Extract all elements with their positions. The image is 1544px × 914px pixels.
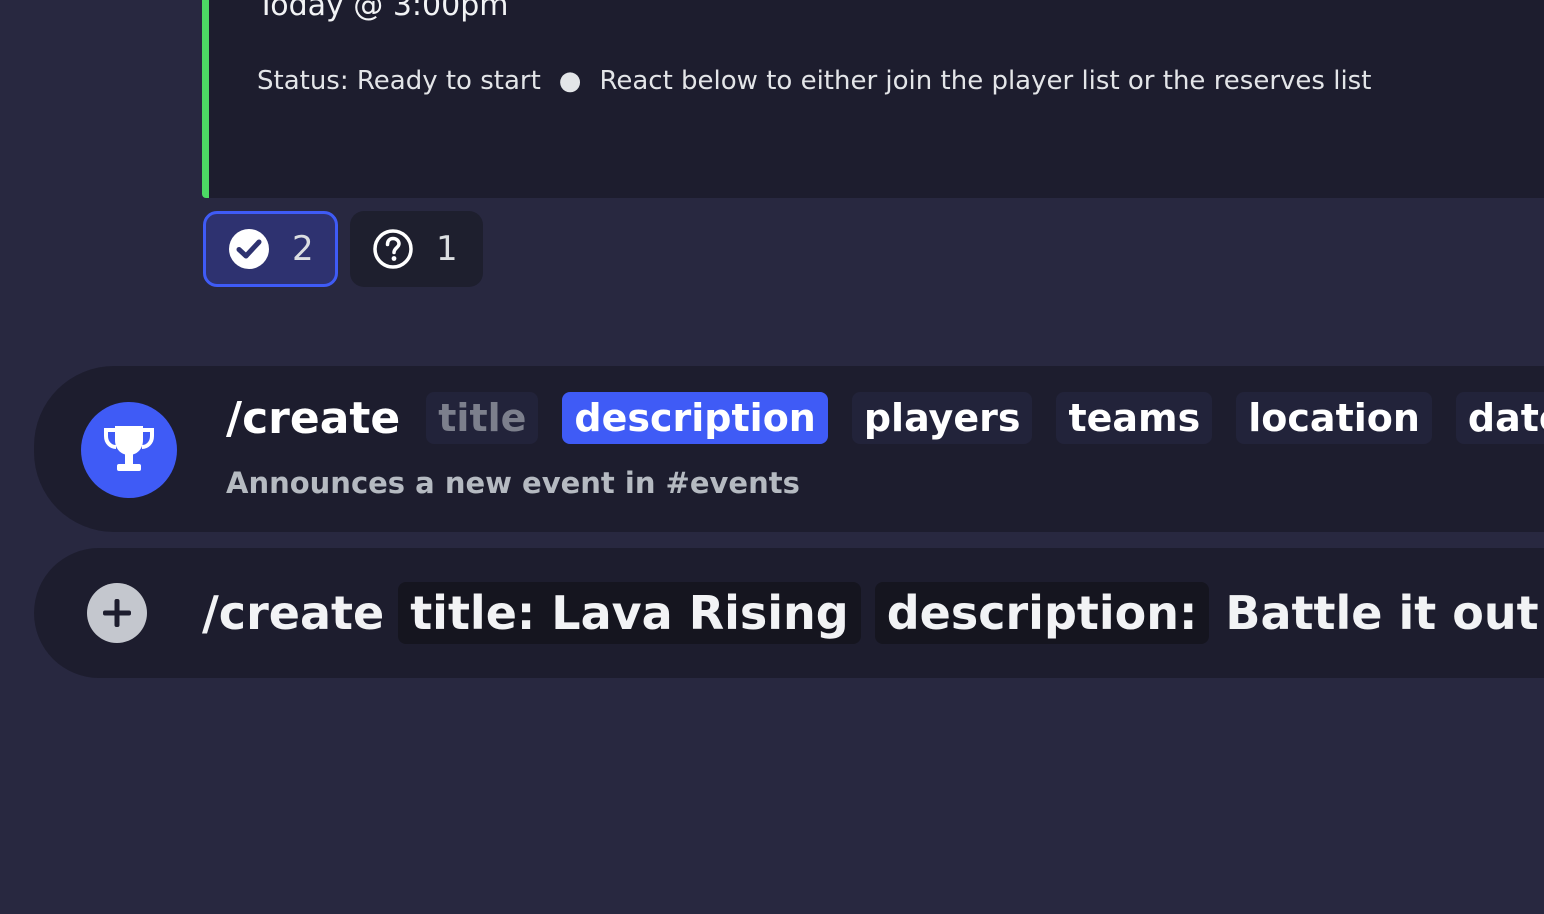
title-option-pill[interactable]: title: Lava Rising (398, 582, 861, 644)
message-composer[interactable]: /create title: Lava Rising description: … (34, 548, 1544, 678)
trophy-icon (81, 402, 177, 498)
question-circle-icon (372, 228, 414, 270)
event-status: Status: Ready to start ● React below to ei… (257, 58, 1544, 105)
event-embed: Today @ 3:00pm Status: Ready to start ● Re… (202, 0, 1544, 198)
option-location[interactable]: location (1236, 392, 1432, 444)
separator-dot: ● (558, 66, 582, 96)
description-option-pill[interactable]: description: (874, 582, 1210, 644)
react-instructions: React below to either join the player li… (599, 66, 1372, 96)
status-label: Status: Ready to start (257, 66, 541, 96)
command-input[interactable]: /create title: Lava Rising description: … (202, 582, 1544, 644)
reaction-count: 2 (292, 229, 314, 269)
option-date[interactable]: date (1455, 392, 1544, 444)
command-suggestion[interactable]: /create title description players teams … (34, 366, 1544, 532)
event-time: Today @ 3:00pm (257, 0, 509, 23)
option-description[interactable]: description (562, 392, 828, 444)
description-value[interactable]: Battle it out in the (1225, 586, 1544, 640)
reaction-count: 1 (436, 229, 458, 269)
option-players[interactable]: players (851, 392, 1033, 444)
suggestion-command: /create (226, 392, 401, 444)
suggestion-description: Announces a new event in #events (226, 466, 800, 500)
option-teams[interactable]: teams (1056, 392, 1213, 444)
suggestion-options: /create title description players teams … (226, 392, 1544, 444)
reaction-bar: 2 1 (203, 211, 483, 287)
reaction-check[interactable]: 2 (203, 211, 338, 287)
reaction-question[interactable]: 1 (350, 211, 483, 287)
option-title[interactable]: title (426, 392, 539, 444)
plus-circle-icon[interactable] (87, 583, 147, 643)
check-circle-icon (228, 228, 270, 270)
input-command: /create (202, 586, 385, 640)
chat-view: Today @ 3:00pm Status: Ready to start ● Re… (0, 0, 1544, 914)
